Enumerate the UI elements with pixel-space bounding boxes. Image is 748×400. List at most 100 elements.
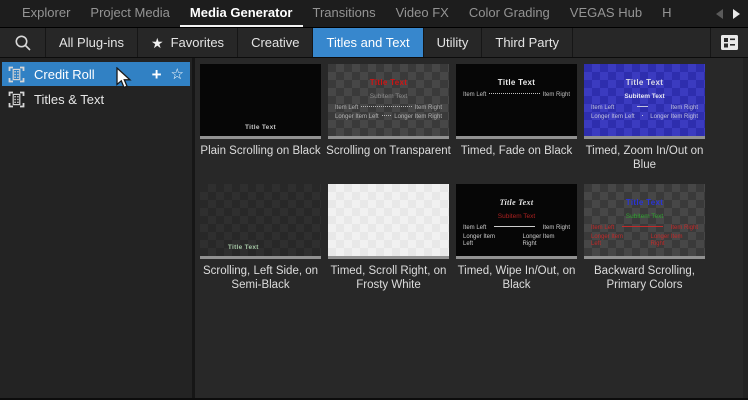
thumb-item-row: Longer Item LeftLonger Item Right xyxy=(456,234,577,248)
media-generator-icon xyxy=(8,91,25,108)
thumb-subitem-text: Subitem Text xyxy=(584,93,705,100)
preset-scrub-bar xyxy=(456,256,577,259)
filter-button-label: Creative xyxy=(251,35,299,50)
tab-video-fx[interactable]: Video FX xyxy=(386,0,459,27)
view-toggle-button[interactable] xyxy=(710,28,748,57)
filter-buttons: All Plug-ins ★ Favorites Creative Titles… xyxy=(46,28,573,57)
thumb-title-text: Title Text xyxy=(584,198,705,207)
preset-thumbnail[interactable]: Title Text Subitem Text Item LeftItem Ri… xyxy=(456,184,577,256)
top-tab-bar: Explorer Project Media Media Generator T… xyxy=(0,0,748,28)
search-button[interactable] xyxy=(0,28,46,57)
thumb-item-row: Item LeftItem Right xyxy=(584,105,705,112)
add-icon[interactable]: + xyxy=(152,66,162,83)
favorite-icon[interactable]: ☆ xyxy=(171,67,184,82)
preset-scrolling-on-transparent[interactable]: Title Text Subitem Text Item LeftItem Ri… xyxy=(328,64,449,172)
thumb-item-row: Item LeftItem Right xyxy=(328,105,449,112)
thumb-title-text: Title Text xyxy=(584,78,705,87)
preset-scrub-bar xyxy=(200,256,321,259)
media-generator-icon xyxy=(8,66,25,83)
tab-vegas-hub[interactable]: VEGAS Hub xyxy=(560,0,652,27)
preset-scrub-bar xyxy=(456,136,577,139)
filter-button-favorites[interactable]: ★ Favorites xyxy=(138,28,238,57)
preset-label: Scrolling on Transparent xyxy=(324,144,453,172)
thumb-title-text: Title Text xyxy=(228,244,259,251)
thumb-subitem-text: Subitem Text xyxy=(328,93,449,100)
search-icon xyxy=(14,34,32,52)
filter-button-creative[interactable]: Creative xyxy=(238,28,313,57)
preset-thumbnail[interactable]: Title Text Subitem Text Item LeftItem Ri… xyxy=(584,64,705,136)
filter-button-utility[interactable]: Utility xyxy=(424,28,483,57)
filter-button-label: Favorites xyxy=(171,35,224,50)
tab-transitions[interactable]: Transitions xyxy=(303,0,386,27)
preset-timed-scroll-right-on-frosty-white[interactable]: Timed, Scroll Right, on Frosty White xyxy=(328,184,449,292)
preset-plain-scrolling-on-black[interactable]: Title Text Plain Scrolling on Black xyxy=(200,64,321,172)
thumb-title-text: Title Text xyxy=(456,78,577,87)
thumb-title-text: Title Text xyxy=(328,78,449,87)
star-filled-icon: ★ xyxy=(151,36,164,50)
tab-label: Video FX xyxy=(396,5,449,20)
filter-button-third-party[interactable]: Third Party xyxy=(482,28,573,57)
preset-thumbnail[interactable]: Title Text xyxy=(200,184,321,256)
preset-label: Backward Scrolling, Primary Colors xyxy=(580,264,709,292)
filter-bar: All Plug-ins ★ Favorites Creative Titles… xyxy=(0,28,748,58)
thumb-item-rows: Item LeftItem RightLonger Item LeftLonge… xyxy=(456,225,577,248)
tab-explorer[interactable]: Explorer xyxy=(12,0,80,27)
filter-button-all-plug-ins[interactable]: All Plug-ins xyxy=(46,28,138,57)
scroll-tabs-left-icon[interactable] xyxy=(716,9,723,19)
thumb-title-text: Title Text xyxy=(200,124,321,131)
preset-timed-zoom-in-out-on-blue[interactable]: Title Text Subitem Text Item LeftItem Ri… xyxy=(584,64,705,172)
tab-color-grading[interactable]: Color Grading xyxy=(459,0,560,27)
tab-label: Project Media xyxy=(90,5,169,20)
thumb-item-row: Longer Item LeftLonger Item Right xyxy=(328,114,449,121)
preset-label: Plain Scrolling on Black xyxy=(196,144,325,172)
preset-label: Timed, Fade on Black xyxy=(452,144,581,172)
preset-label: Timed, Zoom In/Out on Blue xyxy=(580,144,709,172)
panel-body: Credit Roll +☆ Titles & Text Title xyxy=(0,58,748,399)
thumb-item-rows: Item LeftItem RightLonger Item LeftLonge… xyxy=(584,225,705,248)
scroll-tabs-right-icon[interactable] xyxy=(733,9,740,19)
tab-label: H xyxy=(662,5,671,20)
thumb-subitem-text: Subitem Text xyxy=(584,213,705,220)
preset-scrollbar[interactable] xyxy=(743,58,748,399)
preset-timed-fade-on-black[interactable]: Title Text Item LeftItem Right Timed, Fa… xyxy=(456,64,577,172)
list-details-view-icon xyxy=(721,35,738,50)
sidebar-item-titles-text[interactable]: Titles & Text xyxy=(2,87,190,111)
sidebar-item-credit-roll[interactable]: Credit Roll +☆ xyxy=(2,62,190,86)
media-generator-window: Explorer Project Media Media Generator T… xyxy=(0,0,748,400)
tab-h[interactable]: H xyxy=(652,0,681,27)
preset-scrub-bar xyxy=(200,136,321,139)
preset-thumbnail[interactable]: Title Text Subitem Text Item LeftItem Ri… xyxy=(584,184,705,256)
thumb-item-rows: Item LeftItem Right Longer Item LeftLonge… xyxy=(328,105,449,121)
filter-button-titles-and-text[interactable]: Titles and Text xyxy=(313,28,423,57)
preset-scrub-bar xyxy=(328,256,449,259)
preset-scrub-bar xyxy=(584,256,705,259)
preset-scrub-bar xyxy=(328,136,449,139)
preset-thumbnail[interactable] xyxy=(328,184,449,256)
tab-project-media[interactable]: Project Media xyxy=(80,0,179,27)
preset-thumbnail[interactable]: Title Text xyxy=(200,64,321,136)
preset-thumbnail[interactable]: Title Text Item LeftItem Right xyxy=(456,64,577,136)
preset-scrolling-left-side-on-semi-black[interactable]: Title Text Scrolling, Left Side, on Semi… xyxy=(200,184,321,292)
preset-label: Timed, Scroll Right, on Frosty White xyxy=(324,264,453,292)
filter-button-label: Third Party xyxy=(495,35,559,50)
thumb-item-row: Longer Item LeftLonger Item Right xyxy=(584,234,705,248)
preset-label: Timed, Wipe In/Out, on Black xyxy=(452,264,581,292)
thumb-title-text: Title Text xyxy=(456,198,577,207)
tab-media-generator[interactable]: Media Generator xyxy=(180,0,303,27)
top-tab-bar-tabs: Explorer Project Media Media Generator T… xyxy=(12,0,681,27)
tab-label: Explorer xyxy=(22,5,70,20)
thumb-item-rows: Item LeftItem Right Longer Item LeftLonge… xyxy=(584,105,705,121)
preset-timed-wipe-in-out-on-black[interactable]: Title Text Subitem Text Item LeftItem Ri… xyxy=(456,184,577,292)
preset-backward-scrolling-primary-colors[interactable]: Title Text Subitem Text Item LeftItem Ri… xyxy=(584,184,705,292)
sidebar-item-label: Credit Roll xyxy=(34,67,95,82)
preset-thumbnail[interactable]: Title Text Subitem Text Item LeftItem Ri… xyxy=(328,64,449,136)
preset-scrub-bar xyxy=(584,136,705,139)
filter-button-label: Utility xyxy=(437,35,469,50)
sidebar-item-actions: +☆ xyxy=(152,66,184,83)
preset-label: Scrolling, Left Side, on Semi-Black xyxy=(196,264,325,292)
thumb-item-row: Longer Item LeftLonger Item Right xyxy=(584,114,705,121)
filter-button-label: All Plug-ins xyxy=(59,35,124,50)
plugin-sidebar: Credit Roll +☆ Titles & Text xyxy=(0,58,195,399)
tab-label: VEGAS Hub xyxy=(570,5,642,20)
tab-scrollers xyxy=(710,0,748,27)
